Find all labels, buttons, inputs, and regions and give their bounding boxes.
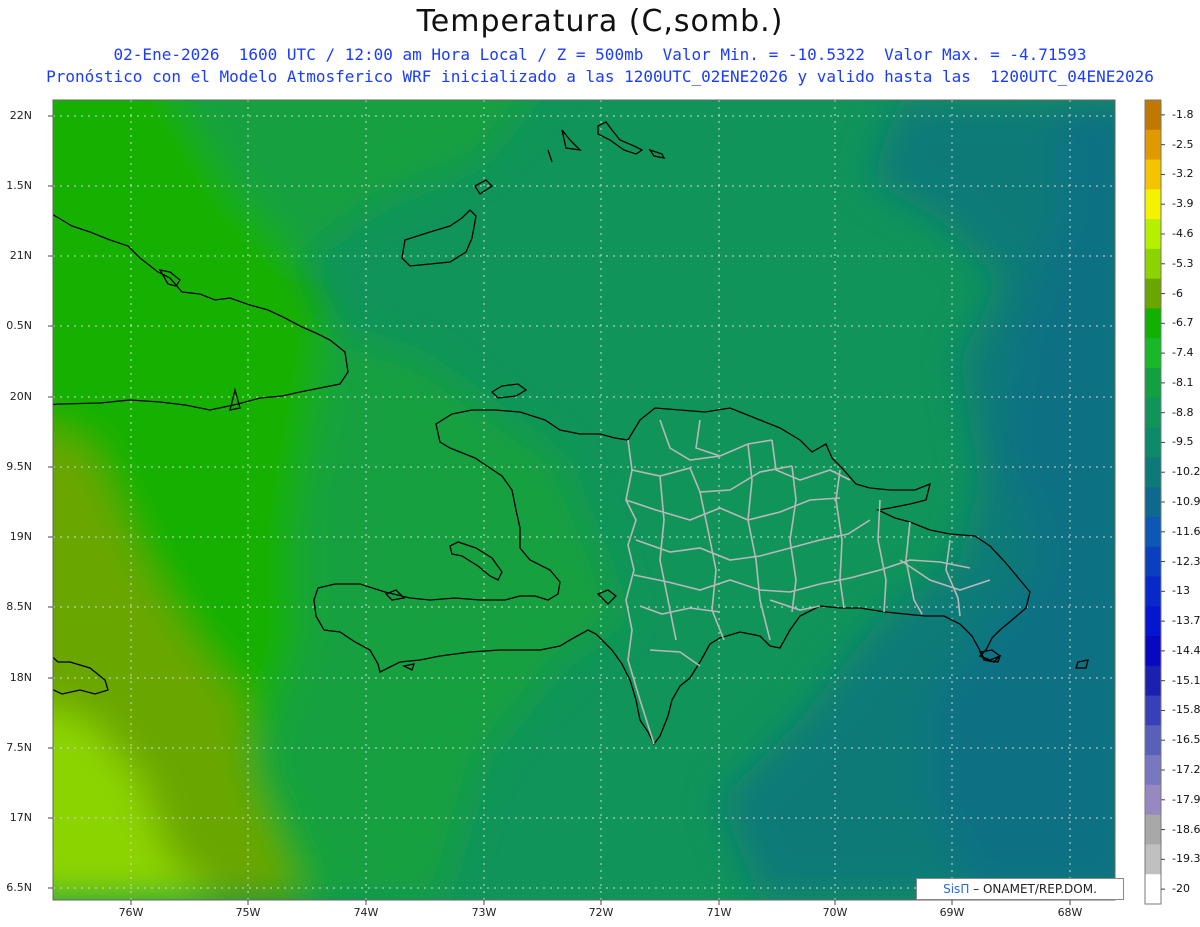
lat-label: 19N — [9, 530, 32, 543]
credit-text: – ONAMET/REP.DOM. — [973, 882, 1097, 896]
colorbar-label: -5.3 — [1172, 256, 1194, 270]
colorbar-label: -17.2 — [1172, 763, 1200, 776]
lon-label: 69W — [939, 906, 965, 919]
lat-label: 9.5N — [6, 460, 32, 473]
colorbar-label: -13 — [1172, 584, 1190, 598]
lon-label: 74W — [353, 906, 379, 919]
colorbar-swatch — [1145, 516, 1161, 548]
sispi-logo-text: SisΠ — [943, 882, 970, 896]
lon-label: 71W — [706, 906, 732, 919]
colorbar-swatch — [1145, 487, 1161, 518]
colorbar-swatch — [1145, 368, 1161, 399]
lon-label: 70W — [822, 906, 848, 919]
colorbar-label: -19.3 — [1172, 852, 1200, 866]
colorbar-swatch — [1145, 784, 1161, 816]
colorbar-swatch — [1145, 278, 1161, 309]
lat-label: 6.5N — [6, 881, 32, 894]
onamet-credit: SisΠ – ONAMET/REP.DOM. — [916, 878, 1124, 900]
colorbar-label: -7.4 — [1172, 346, 1194, 360]
colorbar-label: -10.2 — [1172, 465, 1200, 479]
colorbar-swatch — [1145, 397, 1161, 429]
colorbar-label: -13.7 — [1172, 614, 1200, 628]
colorbar-swatch — [1145, 695, 1161, 726]
colorbar-label: -3.9 — [1172, 197, 1194, 211]
lat-label: 7.5N — [6, 741, 32, 754]
lat-label: 1.5N — [6, 179, 32, 192]
colorbar-label: -8.8 — [1172, 405, 1194, 419]
lat-label: 17N — [9, 811, 32, 824]
colorbar-label: -12.3 — [1172, 554, 1200, 568]
colorbar-label: -11.6 — [1172, 524, 1200, 538]
lon-label: 73W — [471, 906, 497, 919]
lat-label: 0.5N — [6, 319, 32, 332]
colorbar-swatch — [1145, 546, 1161, 577]
lon-label: 76W — [118, 906, 144, 919]
lon-label: 68W — [1057, 906, 1083, 919]
colorbar-swatch — [1145, 457, 1161, 488]
lat-label: 8.5N — [6, 600, 32, 613]
colorbar-label: -8.1 — [1172, 375, 1194, 389]
colorbar-label: -10.9 — [1172, 495, 1200, 508]
colorbar-label: -9.5 — [1172, 435, 1194, 449]
lat-label: 20N — [9, 390, 32, 403]
colorbar-swatch — [1145, 159, 1161, 190]
colorbar-label: -3.2 — [1172, 167, 1194, 181]
colorbar-swatch — [1145, 576, 1161, 607]
lat-label: 18N — [9, 671, 32, 684]
colorbar-label: -6 — [1172, 286, 1183, 300]
colorbar-label: -16.5 — [1172, 733, 1200, 747]
colorbar-label: -15.1 — [1172, 673, 1200, 687]
colorbar-label: -20 — [1172, 882, 1190, 896]
lon-label: 75W — [235, 906, 261, 919]
colorbar — [1144, 99, 1165, 905]
lat-label: 21N — [9, 249, 32, 262]
colorbar-swatch — [1145, 874, 1161, 905]
colorbar-label: -18.6 — [1172, 822, 1200, 836]
colorbar-swatch — [1145, 665, 1161, 697]
colorbar-swatch — [1145, 129, 1161, 161]
colorbar-swatch — [1145, 338, 1161, 369]
temperature-map — [48, 99, 1165, 905]
colorbar-swatch — [1145, 814, 1161, 845]
colorbar-swatch — [1145, 100, 1161, 131]
colorbar-swatch — [1145, 427, 1161, 458]
colorbar-label: -1.8 — [1172, 107, 1194, 121]
colorbar-swatch — [1145, 606, 1161, 637]
colorbar-label: -6.7 — [1172, 316, 1194, 330]
lon-label: 72W — [588, 906, 614, 919]
colorbar-label: -4.6 — [1172, 227, 1194, 240]
colorbar-label: -15.8 — [1172, 703, 1200, 717]
colorbar-swatch — [1145, 636, 1161, 667]
colorbar-swatch — [1145, 844, 1161, 875]
colorbar-label: -17.9 — [1172, 792, 1200, 806]
colorbar-swatch — [1145, 189, 1161, 220]
colorbar-swatch — [1145, 725, 1161, 756]
colorbar-swatch — [1145, 755, 1161, 786]
colorbar-swatch — [1145, 308, 1161, 339]
colorbar-swatch — [1145, 248, 1161, 280]
colorbar-swatch — [1145, 219, 1161, 250]
colorbar-label: -2.5 — [1172, 137, 1194, 151]
colorbar-label: -14.4 — [1172, 643, 1200, 657]
lat-label: 22N — [9, 109, 32, 122]
